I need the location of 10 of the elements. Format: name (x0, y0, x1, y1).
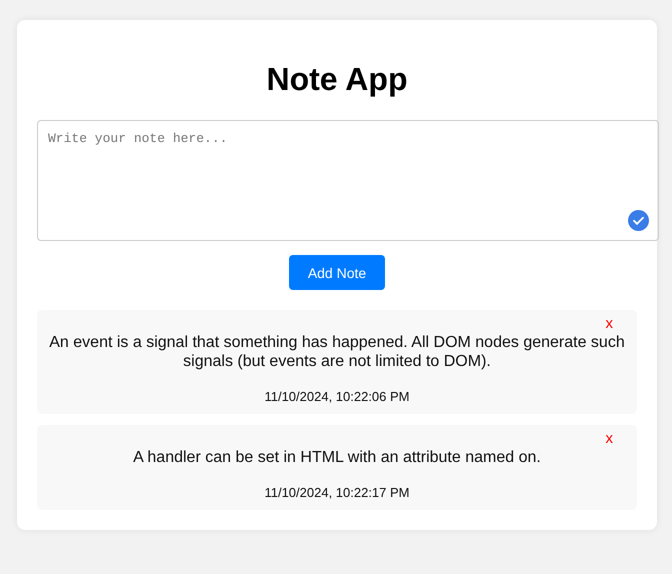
delete-button[interactable]: x (606, 430, 613, 447)
note-text: A handler can be set in HTML with an attribute named on. (132, 448, 542, 467)
note-timestamp: 11/10/2024, 10:22:17 PM (263, 485, 411, 500)
add-note-button[interactable]: Add Note (289, 255, 385, 290)
delete-button[interactable]: x (606, 315, 613, 332)
app-title: Note App (265, 60, 408, 99)
note-text: An event is a signal that something has happened. All DOM nodes generate such signals (but events are not limited to DOM). (48, 333, 626, 371)
check-icon (628, 210, 649, 231)
note-timestamp: 11/10/2024, 10:22:06 PM (263, 389, 411, 404)
note-input-field[interactable]: Write your note here... (37, 120, 659, 241)
